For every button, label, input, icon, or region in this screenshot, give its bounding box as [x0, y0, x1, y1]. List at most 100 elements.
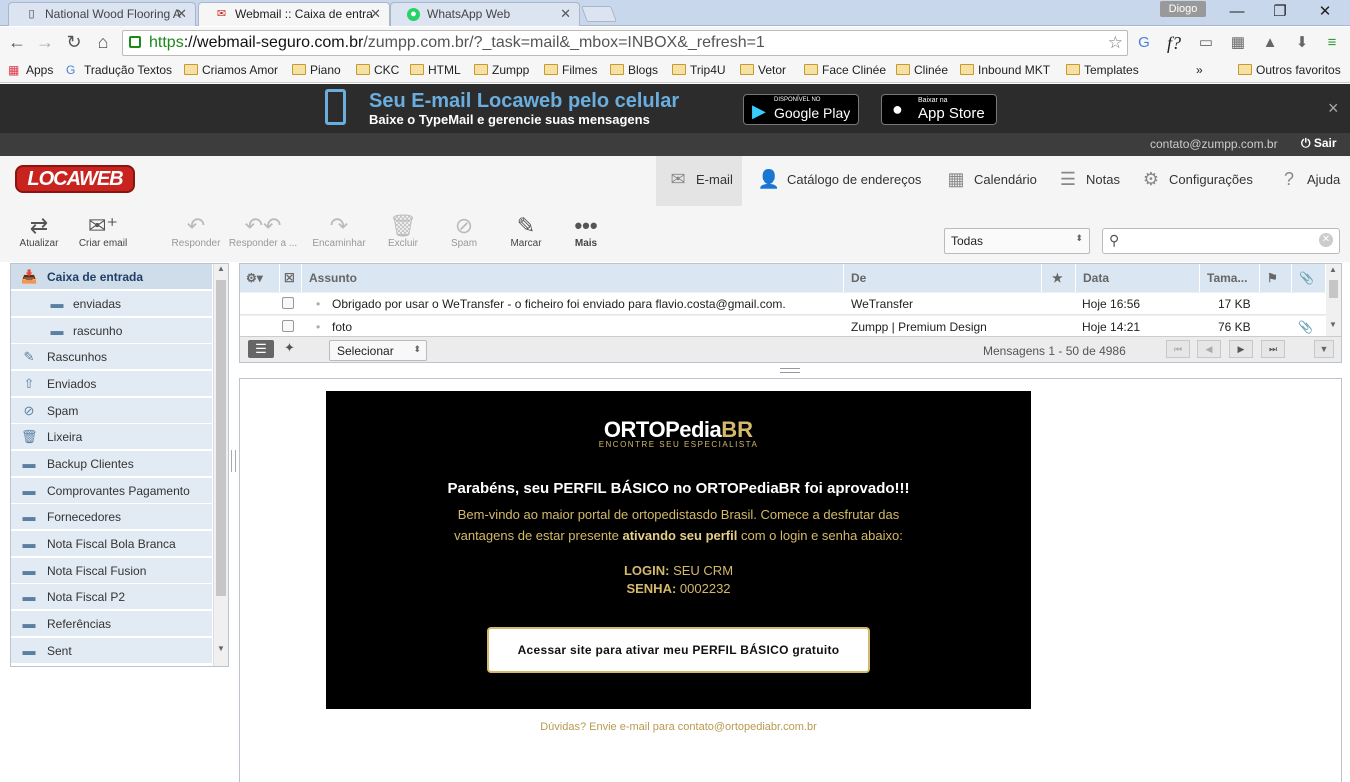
menu-icon[interactable]: ≡: [1322, 33, 1342, 53]
bookmark-star-icon[interactable]: ☆: [1108, 31, 1123, 55]
bookmark-item[interactable]: Piano: [292, 63, 341, 77]
splitter-handle[interactable]: [231, 450, 236, 472]
list-options-icon[interactable]: ⚙▾: [240, 264, 280, 292]
col-size[interactable]: Tama...: [1200, 264, 1260, 292]
bookmark-apps[interactable]: ▦ Apps: [8, 63, 53, 77]
profile-badge[interactable]: Diogo: [1160, 1, 1206, 17]
last-page-icon[interactable]: ⏭: [1261, 340, 1285, 358]
url-input[interactable]: https://webmail-seguro.com.br/zumpp.com.…: [122, 30, 1128, 56]
col-date[interactable]: Data: [1076, 264, 1200, 292]
nav-help[interactable]: ? Ajuda: [1277, 169, 1340, 189]
folder-item[interactable]: ▬ Nota Fiscal P2: [11, 584, 212, 610]
nav-notes[interactable]: ☰ Notas: [1056, 169, 1120, 189]
row-checkbox[interactable]: [282, 320, 294, 332]
spam-button[interactable]: ⊘ Spam: [433, 214, 495, 250]
forward-icon[interactable]: →: [34, 31, 56, 53]
scroll-down-icon[interactable]: ▼: [1329, 320, 1337, 329]
tab-webmail[interactable]: ✉ Webmail :: Caixa de entra ✕: [198, 2, 390, 26]
folder-enviadas[interactable]: ▬ enviadas: [11, 291, 212, 317]
mark-button[interactable]: ✎ Marcar: [495, 214, 557, 250]
reply-all-button[interactable]: ↶↶ Responder a ...: [228, 214, 298, 250]
folder-rascunho[interactable]: ▬ rascunho: [11, 318, 212, 344]
activate-profile-button[interactable]: Acessar site para ativar meu PERFIL BÁSI…: [487, 627, 870, 673]
bookmark-item[interactable]: Templates: [1066, 63, 1139, 77]
col-attachment-icon[interactable]: 📎: [1292, 264, 1326, 292]
close-tab-icon[interactable]: ✕: [370, 6, 381, 22]
extension-icon[interactable]: ▦: [1228, 33, 1248, 53]
new-tab-button[interactable]: [581, 6, 617, 22]
compose-button[interactable]: ✉⁺ Criar email: [72, 214, 134, 250]
list-scrollbar[interactable]: ▲ ▼: [1326, 264, 1341, 334]
bookmark-item[interactable]: Face Clinée: [804, 63, 886, 77]
sidebar-scrollbar[interactable]: ▲ ▼: [213, 264, 228, 666]
folder-sent[interactable]: ⇧ Enviados: [11, 371, 212, 397]
back-icon[interactable]: ←: [6, 31, 28, 53]
tab-whatsapp[interactable]: ● WhatsApp Web ✕: [390, 2, 580, 26]
google-play-button[interactable]: ▶ DISPONÍVEL NO Google Play: [743, 94, 859, 125]
bookmark-item[interactable]: CKC: [356, 63, 399, 77]
table-row[interactable]: • Obrigado por usar o WeTransfer - o fic…: [240, 293, 1326, 315]
list-view-icon[interactable]: ☰: [248, 340, 274, 358]
prev-page-icon[interactable]: ◀: [1197, 340, 1221, 358]
close-window-icon[interactable]: ✕: [1310, 2, 1340, 22]
folder-spam[interactable]: ⊘ Spam: [11, 398, 212, 424]
bookmark-item[interactable]: G Tradução Textos: [66, 63, 172, 77]
filter-select[interactable]: Todas ⬍: [944, 228, 1090, 254]
col-star-icon[interactable]: ★: [1042, 264, 1076, 292]
bookmark-item[interactable]: HTML: [410, 63, 461, 77]
bookmarks-overflow-button[interactable]: »: [1196, 63, 1203, 77]
bookmark-item[interactable]: Clinée: [896, 63, 948, 77]
minimize-icon[interactable]: —: [1222, 2, 1252, 22]
bookmark-item[interactable]: Inbound MKT: [960, 63, 1050, 77]
folder-item[interactable]: ▬ Sent: [11, 638, 212, 664]
folder-item[interactable]: ▬ Fornecedores: [11, 504, 212, 530]
bookmark-item[interactable]: Criamos Amor: [184, 63, 278, 77]
app-store-button[interactable]: ● Baixar na App Store: [881, 94, 997, 125]
logout-link[interactable]: ⏻ Sair: [1301, 136, 1337, 151]
nav-calendar[interactable]: ▦ Calendário: [944, 169, 1036, 189]
reply-button[interactable]: ↶ Responder: [165, 214, 227, 250]
folder-item[interactable]: ▬ Referências: [11, 611, 212, 637]
other-bookmarks[interactable]: Outros favoritos: [1238, 63, 1341, 77]
drive-icon[interactable]: ▲: [1260, 33, 1280, 53]
tab-national-wood[interactable]: ▯ National Wood Flooring A ✕: [8, 2, 196, 26]
translate-icon[interactable]: G: [1134, 33, 1154, 53]
col-from[interactable]: De: [844, 264, 1042, 292]
home-icon[interactable]: ⌂: [92, 31, 114, 53]
folder-item[interactable]: ▬ Nota Fiscal Bola Branca: [11, 531, 212, 557]
scroll-thumb[interactable]: [216, 280, 226, 596]
nav-settings[interactable]: ⚙ Configurações: [1139, 169, 1253, 189]
folder-inbox[interactable]: 📥 Caixa de entrada: [11, 264, 212, 290]
table-row[interactable]: • foto Zumpp | Premium Design Hoje 14:21…: [240, 316, 1326, 338]
col-subject[interactable]: Assunto: [302, 264, 844, 292]
threads-icon[interactable]: ✦: [284, 340, 295, 356]
scroll-down-icon[interactable]: ▼: [217, 644, 225, 653]
select-dropdown[interactable]: Selecionar ⬍: [329, 340, 427, 361]
folder-item[interactable]: ▬ Backup Clientes: [11, 451, 212, 477]
bookmark-item[interactable]: Blogs: [610, 63, 658, 77]
delete-button[interactable]: 🗑 Excluir: [372, 214, 434, 250]
collapse-icon[interactable]: ▼: [1314, 340, 1334, 358]
next-page-icon[interactable]: ▶: [1229, 340, 1253, 358]
select-all-icon[interactable]: ☒: [280, 264, 302, 292]
refresh-button[interactable]: ⇄ Atualizar: [8, 214, 70, 250]
folder-item[interactable]: ▬ Nota Fiscal Fusion: [11, 558, 212, 584]
bookmark-item[interactable]: Trip4U: [672, 63, 726, 77]
restore-icon[interactable]: ❐: [1265, 2, 1295, 22]
forward-button[interactable]: ↷ Encaminhar: [308, 214, 370, 250]
bookmark-item[interactable]: Zumpp: [474, 63, 529, 77]
close-banner-icon[interactable]: ×: [1328, 98, 1339, 119]
folder-trash[interactable]: 🗑 Lixeira: [11, 424, 212, 450]
window-resizer-icon[interactable]: ▭: [1196, 33, 1216, 53]
font-finder-icon[interactable]: f?: [1164, 33, 1184, 53]
row-checkbox[interactable]: [282, 297, 294, 309]
bookmark-item[interactable]: Vetor: [740, 63, 786, 77]
pane-resize-handle[interactable]: [780, 368, 800, 373]
search-input[interactable]: ⚲ ✕: [1102, 228, 1340, 254]
scroll-up-icon[interactable]: ▲: [1329, 265, 1337, 274]
locaweb-logo[interactable]: LOCAWEB: [15, 165, 135, 193]
folder-item[interactable]: ▬ Comprovantes Pagamento: [11, 478, 212, 504]
nav-address-book[interactable]: 👤 Catálogo de endereços: [757, 169, 922, 189]
more-button[interactable]: ••• Mais: [555, 214, 617, 250]
scroll-thumb[interactable]: [1329, 280, 1338, 298]
